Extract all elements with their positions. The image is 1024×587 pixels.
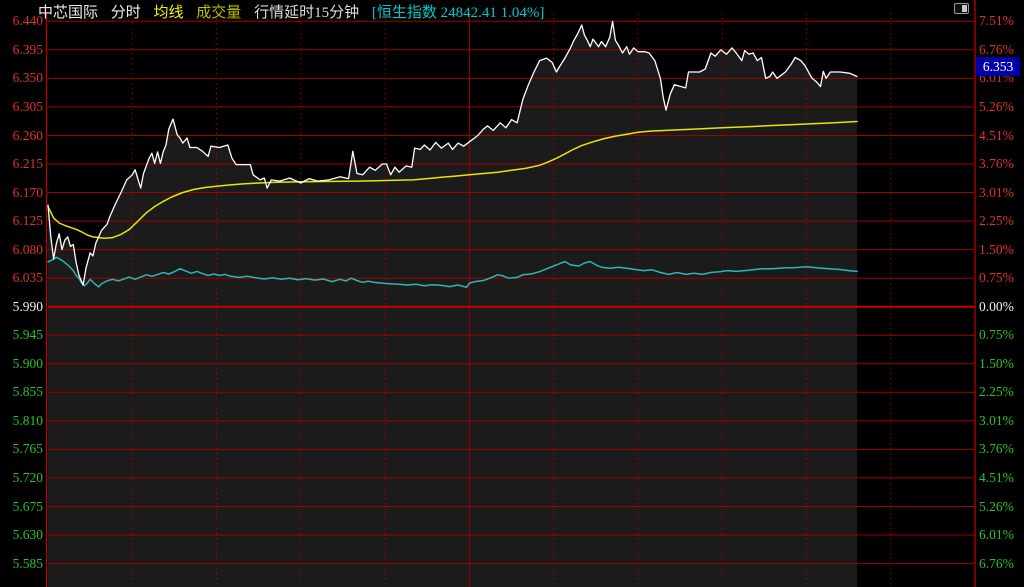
left-axis-label: 5.630 xyxy=(0,527,43,543)
left-axis-label: 5.855 xyxy=(0,384,43,400)
right-axis-label: 4.51% xyxy=(979,128,1024,144)
left-axis-label: 5.765 xyxy=(0,441,43,457)
right-axis-label: 1.50% xyxy=(979,356,1024,372)
right-axis-label: 3.76% xyxy=(979,441,1024,457)
intraday-chart-plot[interactable] xyxy=(0,0,1024,587)
last-price-badge: 6.353 xyxy=(976,57,1020,76)
left-axis-label: 6.350 xyxy=(0,70,43,86)
right-axis-label: 6.01% xyxy=(979,527,1024,543)
left-axis-label: 5.900 xyxy=(0,356,43,372)
right-axis-label: 7.51% xyxy=(979,13,1024,29)
legend-volume: 成交量 xyxy=(196,5,241,21)
delay-note: 行情延时15分钟 xyxy=(254,5,359,21)
intraday-chart-screen: 中芯国际 分时 均线 成交量 行情延时15分钟 [恒生指数 24842.41 1… xyxy=(0,0,1024,587)
left-axis-label: 5.810 xyxy=(0,413,43,429)
right-axis-label: 6.76% xyxy=(979,556,1024,572)
right-axis-label: 4.51% xyxy=(979,470,1024,486)
right-axis-label: 5.26% xyxy=(979,99,1024,115)
left-axis-label: 6.125 xyxy=(0,213,43,229)
left-axis-label: 6.395 xyxy=(0,42,43,58)
right-axis-label: 5.26% xyxy=(979,499,1024,515)
right-axis-label: 0.00% xyxy=(979,299,1024,315)
right-axis-label: 2.25% xyxy=(979,384,1024,400)
stock-name: 中芯国际 xyxy=(38,5,98,21)
legend-ma: 均线 xyxy=(154,5,184,21)
left-axis-label: 6.305 xyxy=(0,99,43,115)
left-axis-label: 5.720 xyxy=(0,470,43,486)
panel-toggle-icon[interactable] xyxy=(954,3,969,14)
left-axis-label: 6.170 xyxy=(0,185,43,201)
left-axis-label: 6.215 xyxy=(0,156,43,172)
right-axis-label: 3.01% xyxy=(979,413,1024,429)
left-axis-label: 6.035 xyxy=(0,270,43,286)
right-axis-label: 0.75% xyxy=(979,327,1024,343)
right-axis-label: 1.50% xyxy=(979,242,1024,258)
tab-intraday: 分时 xyxy=(111,5,141,21)
right-axis-label: 0.75% xyxy=(979,270,1024,286)
right-axis-label: 3.76% xyxy=(979,156,1024,172)
left-axis-label: 6.440 xyxy=(0,13,43,29)
chart-header: 中芯国际 分时 均线 成交量 行情延时15分钟 [恒生指数 24842.41 1… xyxy=(38,1,553,19)
left-axis-label: 6.080 xyxy=(0,242,43,258)
left-axis-label: 5.585 xyxy=(0,556,43,572)
left-axis-label: 5.945 xyxy=(0,327,43,343)
right-axis-label: 2.25% xyxy=(979,213,1024,229)
hsi-quote-link[interactable]: [恒生指数 24842.41 1.04%] xyxy=(372,5,545,21)
right-axis-label: 3.01% xyxy=(979,185,1024,201)
right-axis-label: 6.76% xyxy=(979,42,1024,58)
left-axis-label: 5.990 xyxy=(0,299,43,315)
left-axis-label: 5.675 xyxy=(0,499,43,515)
left-axis-label: 6.260 xyxy=(0,128,43,144)
